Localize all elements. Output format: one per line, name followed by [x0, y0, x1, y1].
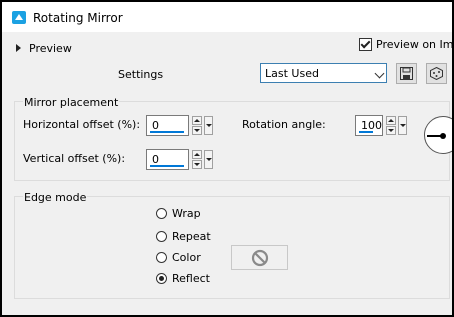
edge-color-swatch[interactable] — [231, 245, 288, 270]
radio-off-icon[interactable] — [156, 252, 167, 263]
vertical-offset-label: Vertical offset (%): — [23, 152, 126, 165]
mirror-placement-group — [14, 101, 450, 181]
dial-knob — [440, 133, 446, 139]
rotation-angle-dropdown[interactable] — [398, 116, 407, 135]
edge-mode-wrap-label: Wrap — [172, 207, 201, 220]
rotation-angle-label: Rotation angle: — [242, 118, 326, 131]
rotation-angle-input[interactable]: 100 — [355, 115, 383, 136]
edge-mode-reflect-label: Reflect — [172, 272, 210, 285]
rotation-angle-spinner[interactable] — [386, 116, 396, 135]
horizontal-offset-input[interactable]: 0 — [146, 115, 189, 136]
horizontal-offset-underline — [150, 131, 184, 133]
horizontal-offset-dropdown[interactable] — [204, 116, 213, 135]
horizontal-offset-label: Horizontal offset (%): — [23, 118, 141, 131]
edge-mode-repeat-radio[interactable]: Repeat — [156, 230, 211, 243]
vertical-offset-spinner[interactable] — [192, 150, 202, 169]
dialog-window: Rotating Mirror Preview Preview on Ima S… — [2, 2, 452, 315]
radio-off-icon[interactable] — [156, 231, 167, 242]
preview-label: Preview — [29, 41, 72, 55]
edge-mode-color-radio[interactable]: Color — [156, 251, 201, 264]
checkmark-icon[interactable] — [359, 38, 372, 51]
randomize-button[interactable] — [426, 63, 447, 84]
preview-on-image-label: Preview on Ima — [376, 38, 452, 51]
preview-expander[interactable]: Preview — [16, 40, 72, 56]
mirror-placement-title: Mirror placement — [23, 96, 120, 109]
spin-down-icon[interactable] — [386, 126, 396, 135]
rotation-angle-underline — [359, 131, 373, 133]
spin-up-icon[interactable] — [192, 150, 202, 159]
preset-dropdown[interactable]: Last Used — [260, 63, 387, 83]
app-icon — [12, 11, 26, 24]
spin-down-icon[interactable] — [192, 160, 202, 169]
edge-mode-wrap-radio[interactable]: Wrap — [156, 207, 201, 220]
title-bar: Rotating Mirror — [2, 2, 452, 32]
window-title: Rotating Mirror — [33, 11, 123, 25]
chevron-down-icon — [374, 68, 385, 79]
radio-on-icon[interactable] — [156, 273, 167, 284]
edge-mode-color-label: Color — [172, 251, 201, 264]
preview-on-image-checkbox[interactable]: Preview on Ima — [359, 38, 452, 51]
edge-mode-title: Edge mode — [23, 191, 88, 204]
vertical-offset-dropdown[interactable] — [204, 150, 213, 169]
expand-arrow-icon — [16, 44, 21, 52]
save-icon — [400, 67, 413, 80]
horizontal-offset-spinner[interactable] — [192, 116, 202, 135]
no-color-icon — [251, 249, 269, 267]
vertical-offset-underline — [150, 165, 184, 167]
radio-off-icon[interactable] — [156, 208, 167, 219]
spin-down-icon[interactable] — [192, 126, 202, 135]
save-preset-button[interactable] — [396, 63, 417, 84]
edge-mode-repeat-label: Repeat — [172, 230, 211, 243]
edge-mode-reflect-radio[interactable]: Reflect — [156, 272, 210, 285]
spin-up-icon[interactable] — [192, 116, 202, 125]
randomize-icon — [430, 67, 443, 80]
vertical-offset-input[interactable]: 0 — [146, 149, 189, 170]
spin-up-icon[interactable] — [386, 116, 396, 125]
settings-label: Settings — [118, 68, 164, 81]
preset-value: Last Used — [265, 67, 319, 80]
